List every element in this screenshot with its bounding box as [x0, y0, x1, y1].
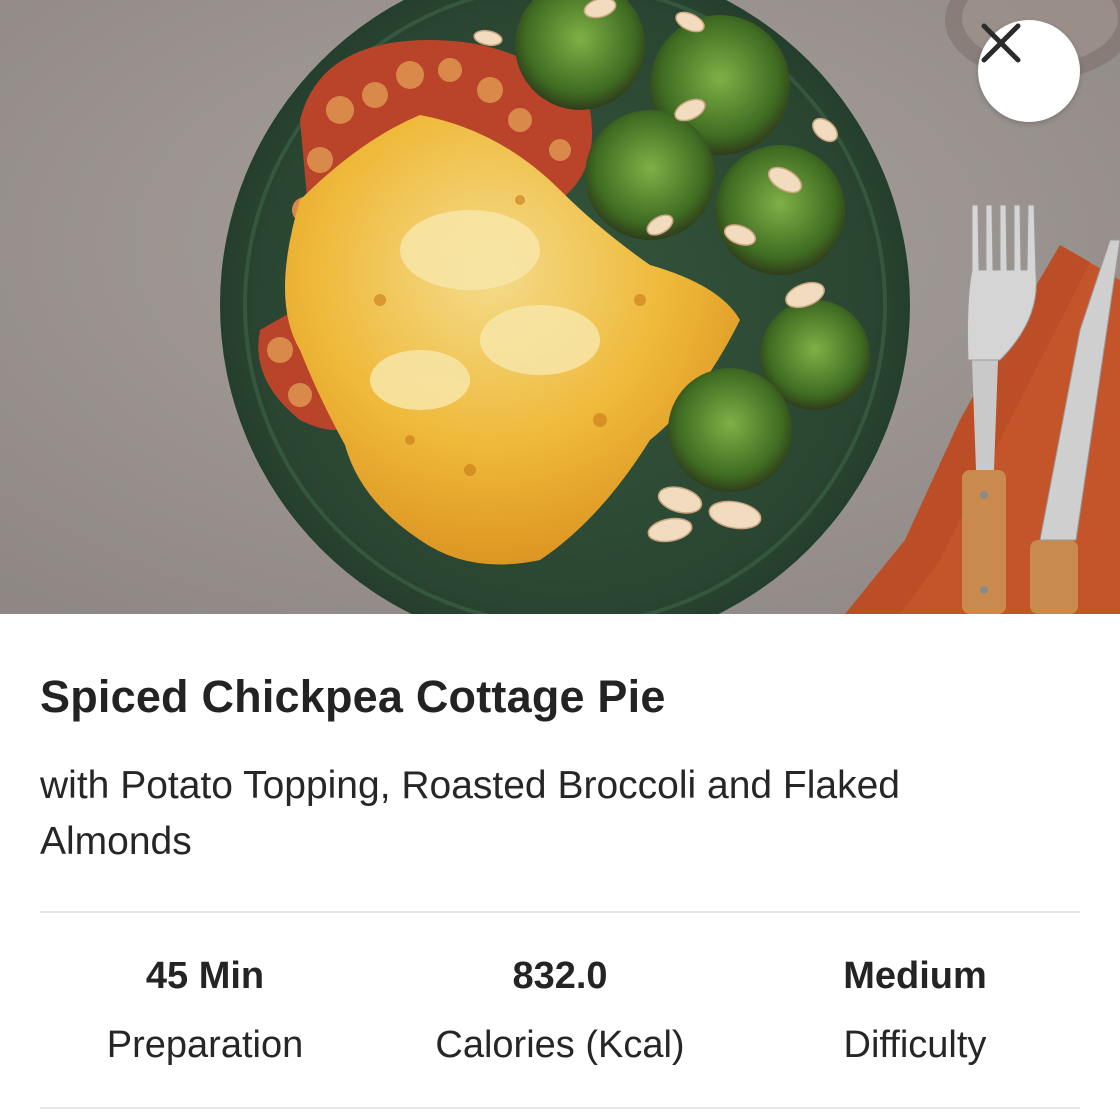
calories-value: 832.0: [512, 955, 608, 997]
difficulty-value: Medium: [843, 955, 987, 997]
calories-label: Calories (Kcal): [435, 1024, 685, 1066]
stat-difficulty: Medium Difficulty: [745, 954, 1085, 1068]
recipe-title: Spiced Chickpea Cottage Pie: [40, 671, 666, 722]
stat-calories: 832.0 Calories (Kcal): [390, 954, 730, 1068]
close-icon: [981, 23, 1021, 63]
recipe-stats: 45 Min Preparation 832.0 Calories (Kcal)…: [40, 954, 1080, 1094]
stat-preparation: 45 Min Preparation: [35, 954, 375, 1068]
divider-top: [40, 911, 1080, 913]
recipe-photo: [0, 0, 1120, 614]
preparation-time-label: Preparation: [106, 1024, 304, 1066]
divider-bottom: [40, 1107, 1080, 1109]
difficulty-label: Difficulty: [843, 1024, 987, 1066]
close-button[interactable]: [978, 20, 1080, 122]
preparation-time-value: 45 Min: [145, 955, 265, 997]
recipe-hero-image: [0, 0, 1120, 614]
recipe-subtitle: with Potato Topping, Roasted Broccoli an…: [40, 764, 900, 863]
